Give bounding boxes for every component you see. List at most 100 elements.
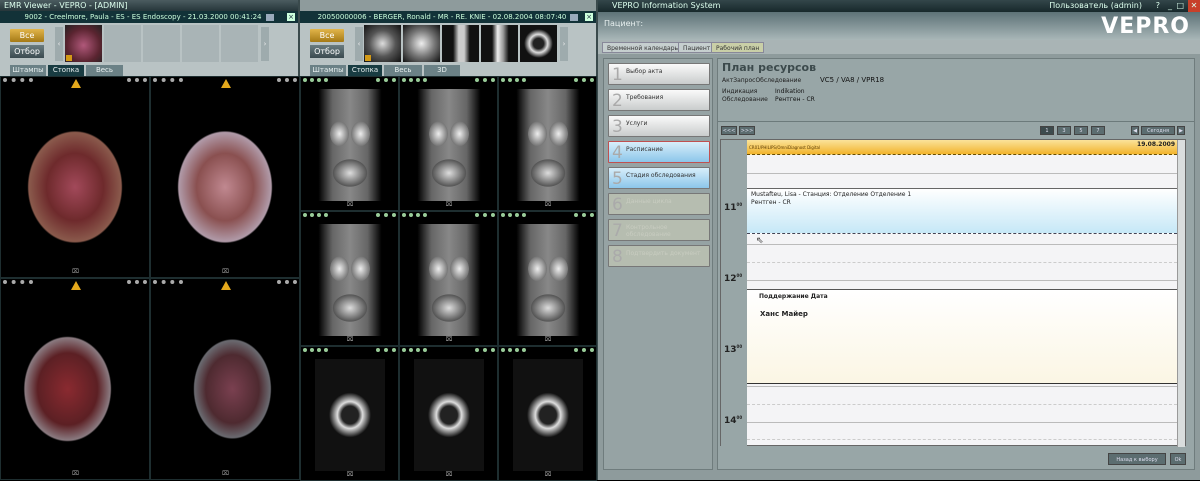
thumbnail[interactable] <box>65 25 102 62</box>
tab-patient[interactable]: Пациент <box>678 42 716 53</box>
endoscopy-image-cell[interactable]: ⌧ <box>150 278 300 480</box>
next-day-arrow-icon[interactable]: ▶ <box>1177 126 1185 135</box>
reset-icon[interactable]: ⌧ <box>72 269 79 275</box>
appointment-event[interactable]: Mustafteu, Lisa - Станция: Отделение Отд… <box>747 188 1177 234</box>
mri-image-cell[interactable]: ⌧ <box>300 211 399 346</box>
ok-button[interactable]: Ok <box>1170 453 1186 465</box>
dropdown-icon[interactable] <box>265 13 274 21</box>
thumbnail[interactable] <box>481 25 518 62</box>
mri-image-cell[interactable]: ⌧ <box>399 346 498 481</box>
view-7-day-button[interactable]: 7 <box>1091 126 1105 135</box>
next-week-button[interactable]: >>> <box>739 126 755 135</box>
thumbnail-empty <box>182 25 219 62</box>
tab-stamps[interactable]: Штампы <box>10 65 46 76</box>
step-4[interactable]: 4 Расписание <box>608 141 710 163</box>
app-title-bar: VEPRO Information System Пользователь (a… <box>598 0 1200 12</box>
all-button[interactable]: Все <box>310 29 344 42</box>
today-button[interactable]: Сегодня <box>1141 126 1175 135</box>
knee-mri-image <box>315 89 385 201</box>
step-label: Требования <box>626 94 664 101</box>
app-header: Пациент: VEPRO <box>598 12 1200 40</box>
mri-image-cell[interactable]: ⌧ <box>399 211 498 346</box>
step-1[interactable]: 1 Выбор акта <box>608 63 710 85</box>
step-5[interactable]: 5 Стадия обследования <box>608 167 710 189</box>
reset-icon[interactable]: ⌧ <box>446 202 453 208</box>
step-number: 7 <box>612 221 623 241</box>
time-slot-line <box>747 439 1177 441</box>
reset-icon[interactable]: ⌧ <box>545 202 552 208</box>
reset-icon[interactable]: ⌧ <box>446 337 453 343</box>
reset-icon[interactable]: ⌧ <box>545 337 552 343</box>
indication-label: Индикация <box>722 88 758 95</box>
knee-mri-image <box>414 359 484 471</box>
view-1-day-button[interactable]: 1 <box>1040 126 1054 135</box>
tab-stack[interactable]: Стопка <box>48 65 84 76</box>
mri-image-cell[interactable]: ⌧ <box>498 76 597 211</box>
minimize-button[interactable]: _ <box>1168 0 1172 12</box>
reset-icon[interactable]: ⌧ <box>222 471 229 477</box>
tab-all-selection[interactable]: Весь отбор <box>384 65 422 85</box>
tab-time-calendar[interactable]: Временной календарь <box>602 42 684 53</box>
tab-all-selection[interactable]: Весь отбор <box>86 65 123 85</box>
reset-icon[interactable]: ⌧ <box>545 472 552 478</box>
reset-icon[interactable]: ⌧ <box>446 472 453 478</box>
reset-icon[interactable]: ⌧ <box>347 337 354 343</box>
minute-value: 00 <box>736 273 743 278</box>
image-overlay-text <box>303 78 328 88</box>
thumbnail[interactable] <box>403 25 440 62</box>
warning-icon <box>71 79 81 88</box>
step-label: Услуги <box>626 120 648 127</box>
select-button[interactable]: Отбор <box>310 45 344 58</box>
reset-icon[interactable]: ⌧ <box>347 472 354 478</box>
all-button[interactable]: Все <box>10 29 44 42</box>
tab-stamps[interactable]: Штампы <box>310 65 346 76</box>
view-5-day-button[interactable]: 5 <box>1074 126 1088 135</box>
image-overlay-text <box>127 280 147 292</box>
view-3-day-button[interactable]: 3 <box>1057 126 1071 135</box>
time-slot-line <box>747 403 1177 405</box>
thumbnail[interactable] <box>442 25 479 62</box>
help-button[interactable]: ? <box>1156 0 1160 12</box>
mri-image-cell[interactable]: ⌧ <box>498 346 597 481</box>
thumb-prev-arrow-icon[interactable]: ‹ <box>355 27 363 61</box>
calendar-scrollbar[interactable] <box>1177 140 1185 447</box>
exam-value: Рентген - CR <box>775 96 815 103</box>
back-to-selection-button[interactable]: Назад к выбору <box>1108 453 1166 465</box>
close-button[interactable]: ✕ <box>1188 0 1200 12</box>
image-overlay-text <box>376 348 396 358</box>
step-2[interactable]: 2 Требования <box>608 89 710 111</box>
dropdown-icon[interactable] <box>570 13 579 21</box>
thumb-next-arrow-icon[interactable]: › <box>560 27 568 61</box>
image-overlay-text <box>475 213 495 223</box>
thumb-next-arrow-icon[interactable]: › <box>261 27 269 61</box>
endoscopy-image-cell[interactable]: ⌧ <box>0 278 150 480</box>
reset-icon[interactable]: ⌧ <box>72 471 79 477</box>
thumbnail[interactable] <box>364 25 401 62</box>
thumbnail[interactable] <box>520 25 557 62</box>
knee-mri-image <box>414 224 484 336</box>
step-3[interactable]: 3 Услуги <box>608 115 710 137</box>
thumb-prev-arrow-icon[interactable]: ‹ <box>55 27 63 61</box>
tab-3d[interactable]: 3D <box>424 65 460 76</box>
image-overlay-text <box>277 280 297 292</box>
reset-icon[interactable]: ⌧ <box>222 269 229 275</box>
image-overlay-text <box>475 348 495 358</box>
mri-image-cell[interactable]: ⌧ <box>399 76 498 211</box>
endoscopy-image-cell[interactable]: ⌧ <box>0 76 150 278</box>
select-button[interactable]: Отбор <box>10 45 44 58</box>
maintenance-event[interactable]: Поддержание Дата Ханс Майер <box>747 289 1177 384</box>
resource-header: CR01/PHILIPS/OmniDiagnost Digital 19.08.… <box>747 140 1177 155</box>
close-icon[interactable]: × <box>287 13 295 21</box>
close-icon[interactable]: × <box>585 13 593 21</box>
mri-image-cell[interactable]: ⌧ <box>498 211 597 346</box>
prev-day-arrow-icon[interactable]: ◀ <box>1131 126 1139 135</box>
endoscopy-image-cell[interactable]: ⌧ <box>150 76 300 278</box>
prev-week-button[interactable]: <<< <box>721 126 737 135</box>
time-slot-line <box>747 244 1177 245</box>
reset-icon[interactable]: ⌧ <box>347 202 354 208</box>
tab-work-plan[interactable]: Рабочий план <box>711 42 765 53</box>
mri-image-cell[interactable]: ⌧ <box>300 76 399 211</box>
mri-image-cell[interactable]: ⌧ <box>300 346 399 481</box>
tab-stack[interactable]: Стопка <box>348 65 382 76</box>
maximize-button[interactable]: □ <box>1176 0 1184 12</box>
